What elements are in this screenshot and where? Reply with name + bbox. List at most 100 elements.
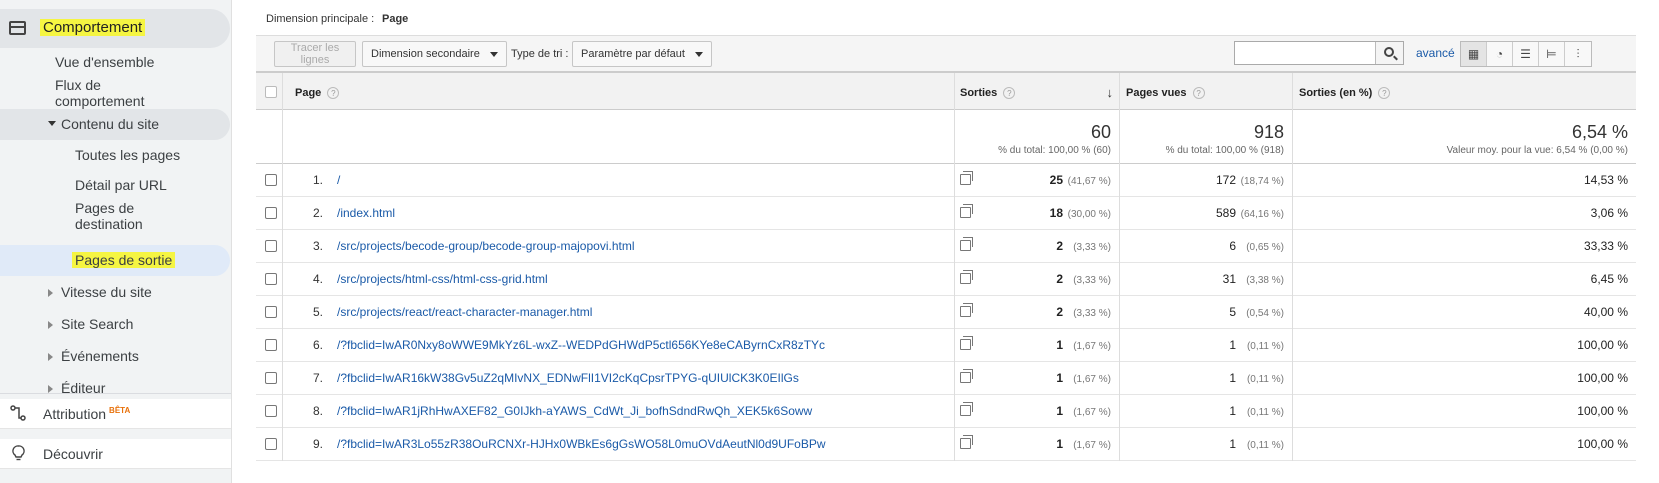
table-search-input[interactable]	[1235, 42, 1375, 64]
nav-site-speed[interactable]: Vitesse du site	[0, 277, 230, 308]
nav-exit-pages[interactable]: Pages de sortie	[0, 245, 230, 276]
help-icon[interactable]: ?	[1003, 87, 1016, 100]
page-link[interactable]: /?fbclid=IwAR3Lo55zR38OuRCNXr-HJHx0WBkEs…	[337, 437, 826, 451]
col-pageviews-header[interactable]: Pages vues?	[1119, 73, 1292, 111]
nav-landing-pages[interactable]: Pages de destination	[75, 200, 165, 232]
row-checkbox[interactable]	[265, 207, 277, 219]
secondary-dimension-dropdown[interactable]: Dimension secondaire	[362, 41, 507, 67]
plot-rows-button[interactable]: Tracer les lignes	[274, 41, 356, 67]
advanced-filter-link[interactable]: avancé	[1416, 46, 1455, 60]
totals-pageviews-sub: % du total: 100,00 % (918)	[1165, 145, 1284, 156]
table-view-icon[interactable]: ▦	[1461, 42, 1487, 66]
row-index: 9.	[313, 437, 324, 451]
sort-type-value: Paramètre par défaut	[581, 48, 685, 60]
exit-rate-cell: 100,00 %	[1292, 362, 1636, 395]
pageviews-value: 5	[1229, 305, 1236, 319]
table-row: 8. /?fbclid=IwAR1jRhHwAXEF82_G0IJkh-aYAW…	[256, 395, 1636, 428]
chevron-right-icon	[48, 353, 53, 361]
lightbulb-icon	[12, 445, 25, 461]
sidebar-bottom: Attribution BÊTA Découvrir	[0, 393, 231, 483]
chevron-right-icon	[48, 321, 53, 329]
exits-percent: (30,00 %)	[1067, 209, 1111, 220]
exit-rate-value: 14,53 %	[1583, 173, 1628, 187]
page-link[interactable]: /	[337, 173, 340, 187]
row-checkbox[interactable]	[265, 240, 277, 252]
help-icon[interactable]: ?	[1192, 87, 1205, 100]
pivot-view-icon[interactable]: ⫶	[1565, 42, 1591, 66]
row-checkbox[interactable]	[265, 438, 277, 450]
caret-down-icon	[694, 51, 703, 57]
select-all-checkbox[interactable]	[265, 86, 277, 98]
help-icon[interactable]: ?	[1378, 87, 1391, 100]
page-link[interactable]: /?fbclid=IwAR16kW38Gv5uZ2qMIvNX_EDNwFlI1…	[337, 371, 799, 385]
beta-badge: BÊTA	[109, 406, 131, 416]
nav-url-detail[interactable]: Détail par URL	[75, 177, 167, 193]
nav-overview[interactable]: Vue d'ensemble	[55, 54, 154, 70]
page-link[interactable]: /src/projects/html-css/html-css-grid.htm…	[337, 272, 548, 286]
exits-value: 18	[1049, 206, 1063, 220]
col-exits-header[interactable]: Sorties? ↓	[954, 73, 1119, 111]
nav-behavior-header[interactable]: Comportement	[0, 9, 230, 48]
col-exits-label: Sorties	[960, 87, 998, 99]
table-search	[1234, 41, 1404, 65]
nav-events[interactable]: Événements	[0, 341, 230, 372]
pageviews-value: 1	[1229, 404, 1236, 418]
exit-rate-cell: 14,53 %	[1292, 164, 1636, 197]
col-page-header[interactable]: Page?	[282, 73, 954, 111]
row-index: 3.	[313, 239, 324, 253]
exits-value: 1	[1056, 437, 1063, 451]
row-checkbox[interactable]	[265, 174, 277, 186]
totals-exits: 60	[1090, 122, 1111, 142]
nav-discover[interactable]: Découvrir	[0, 439, 231, 469]
row-checkbox[interactable]	[265, 405, 277, 417]
page-link[interactable]: /?fbclid=IwAR1jRhHwAXEF82_G0IJkh-aYAWS_C…	[337, 404, 812, 418]
pageviews-value: 1	[1229, 338, 1236, 352]
row-checkbox[interactable]	[265, 372, 277, 384]
row-index: 8.	[313, 404, 324, 418]
pageviews-cell: 6 (0,65 %)	[1119, 230, 1292, 263]
page-link[interactable]: /src/projects/becode-group/becode-group-…	[337, 239, 635, 253]
exit-rate-value: 3,06 %	[1590, 206, 1628, 220]
col-exit-rate-header[interactable]: Sorties (en %)?	[1292, 73, 1636, 111]
search-button[interactable]	[1375, 42, 1403, 64]
nav-attribution[interactable]: Attribution BÊTA	[0, 399, 231, 429]
nav-all-pages[interactable]: Toutes les pages	[75, 147, 180, 163]
page-link[interactable]: /?fbclid=IwAR0Nxy8oWWE9MkYz6L-wxZ--WEDPd…	[337, 338, 825, 352]
exits-value: 1	[1056, 404, 1063, 418]
exit-rate-value: 33,33 %	[1583, 239, 1628, 253]
exit-rate-cell: 40,00 %	[1292, 296, 1636, 329]
totals-exit-rate-cell: 6,54 % Valeur moy. pour la vue: 6,54 % (…	[1292, 110, 1636, 164]
col-exit-rate-label: Sorties (en %)	[1299, 87, 1373, 99]
row-checkbox[interactable]	[265, 273, 277, 285]
totals-pageviews-cell: 918 % du total: 100,00 % (918)	[1119, 110, 1292, 164]
row-checkbox[interactable]	[265, 339, 277, 351]
page-cell: 6. /?fbclid=IwAR0Nxy8oWWE9MkYz6L-wxZ--WE…	[282, 329, 973, 362]
page-link[interactable]: /index.html	[337, 206, 395, 220]
view-switcher: ▦ ◔ ☰ ⊨ ⫶	[1460, 41, 1592, 67]
performance-view-icon[interactable]: ☰	[1513, 42, 1539, 66]
pie-view-icon[interactable]: ◔	[1487, 42, 1513, 66]
nav-site-content[interactable]: Contenu du site	[0, 109, 230, 140]
pageviews-cell: 1 (0,11 %)	[1119, 362, 1292, 395]
primary-dimension-value[interactable]: Page	[382, 13, 408, 25]
nav-discover-label: Découvrir	[43, 446, 103, 462]
row-checkbox[interactable]	[265, 306, 277, 318]
exits-value: 1	[1056, 371, 1063, 385]
comparison-view-icon[interactable]: ⊨	[1539, 42, 1565, 66]
pageviews-percent: (0,11 %)	[1246, 407, 1284, 418]
totals-pageviews: 918	[1253, 122, 1284, 142]
nav-site-search[interactable]: Site Search	[0, 309, 230, 340]
pageviews-value: 172	[1215, 173, 1236, 187]
help-icon[interactable]: ?	[327, 87, 340, 100]
pageviews-value: 1	[1229, 437, 1236, 451]
table-row: 9. /?fbclid=IwAR3Lo55zR38OuRCNXr-HJHx0WB…	[256, 428, 1636, 461]
exits-value: 2	[1056, 272, 1063, 286]
caret-down-icon	[489, 51, 498, 57]
nav-behavior-flow[interactable]: Flux de comportement	[55, 77, 165, 109]
totals-exit-rate: 6,54 %	[1571, 122, 1628, 142]
sort-type-dropdown[interactable]: Paramètre par défaut	[572, 41, 712, 67]
table-row: 1. / 25 (41,67 %) 172 (18,74 %) 14,53 %	[256, 164, 1636, 197]
primary-dimension-label: Dimension principale :	[266, 13, 375, 25]
pageviews-percent: (0,11 %)	[1246, 440, 1284, 451]
page-link[interactable]: /src/projects/react/react-character-mana…	[337, 305, 592, 319]
